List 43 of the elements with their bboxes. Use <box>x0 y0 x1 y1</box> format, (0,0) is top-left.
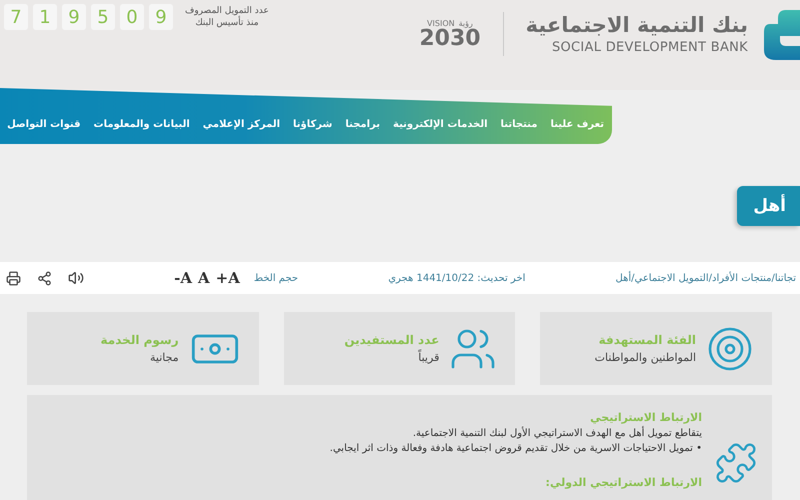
print-icon[interactable] <box>6 270 22 286</box>
counter-digit: 1 <box>33 4 57 30</box>
bank-name: بنك التنمية الاجتماعية <box>526 12 748 38</box>
section-text: يتقاطع تمويل أهل مع الهدف الاستراتيجي الأول لبنك التنمية الاجتماعية. <box>412 428 702 439</box>
nav-link[interactable]: المركز الإعلامي <box>202 119 280 130</box>
counter-digit: 9 <box>62 4 86 30</box>
counter-digit: 9 <box>149 4 173 30</box>
nav-link[interactable]: تعرف علينا <box>550 119 604 130</box>
counter-digit: 0 <box>120 4 144 30</box>
card-title: عدد المستفيدين <box>344 333 440 347</box>
card-title: رسوم الخدمة <box>100 333 179 347</box>
counter-label: عدد التمويل المصروف <box>185 6 269 16</box>
nav-link[interactable]: شركاؤنا <box>293 119 332 130</box>
breadcrumb[interactable]: تجاتنا/منتجات الأفراد/التمويل الاجتماعي/أهل <box>616 272 796 284</box>
vision-year: 2030 <box>419 28 481 50</box>
font-size-button[interactable]: -A <box>174 269 192 287</box>
nav-link[interactable]: برامجنا <box>345 119 380 130</box>
font-size-button[interactable]: A <box>198 269 210 287</box>
speaker-icon[interactable] <box>68 270 84 286</box>
bank-name-english: SOCIAL DEVELOPMENT BANK <box>552 40 748 56</box>
counter-digit: 7 <box>4 4 28 30</box>
target-icon <box>706 324 754 372</box>
page-title: أهل <box>737 186 800 226</box>
card-value: المواطنين والمواطنات <box>594 351 696 364</box>
counter-digit: 5 <box>91 4 115 30</box>
counter-label: منذ تأسيس البنك <box>195 18 259 28</box>
section-heading: الارتباط الاستراتيجي الدولي: <box>544 476 702 489</box>
puzzle-icon <box>714 441 758 485</box>
card-title: الفئة المستهدفة <box>598 333 696 347</box>
section-text: • تمويل الاحتياجات الاسرية من خلال تقديم قروض اجتماعية هادفة وفعالة وذات اثر ايجابي. <box>330 443 702 454</box>
nav-link[interactable]: الخدمات الإلكترونية <box>393 119 488 130</box>
card-value: قريباً <box>417 351 440 364</box>
vision-label: VISION <box>427 18 455 28</box>
section-heading: الارتباط الاستراتيجي <box>589 411 702 424</box>
card-value: مجانية <box>149 351 179 364</box>
font-size-button[interactable]: +A <box>216 269 240 287</box>
last-update-text: اخر تحديث: 1441/10/22 هجري <box>388 272 526 284</box>
nav-link[interactable]: منتجاتنا <box>500 119 538 130</box>
font-size-label: حجم الخط <box>254 272 298 284</box>
share-icon[interactable] <box>37 270 52 286</box>
nav-link[interactable]: قنوات التواصل <box>7 119 81 130</box>
nav-link[interactable]: البيانات والمعلومات <box>94 119 190 130</box>
vision-label-arabic: رؤية <box>458 18 473 28</box>
